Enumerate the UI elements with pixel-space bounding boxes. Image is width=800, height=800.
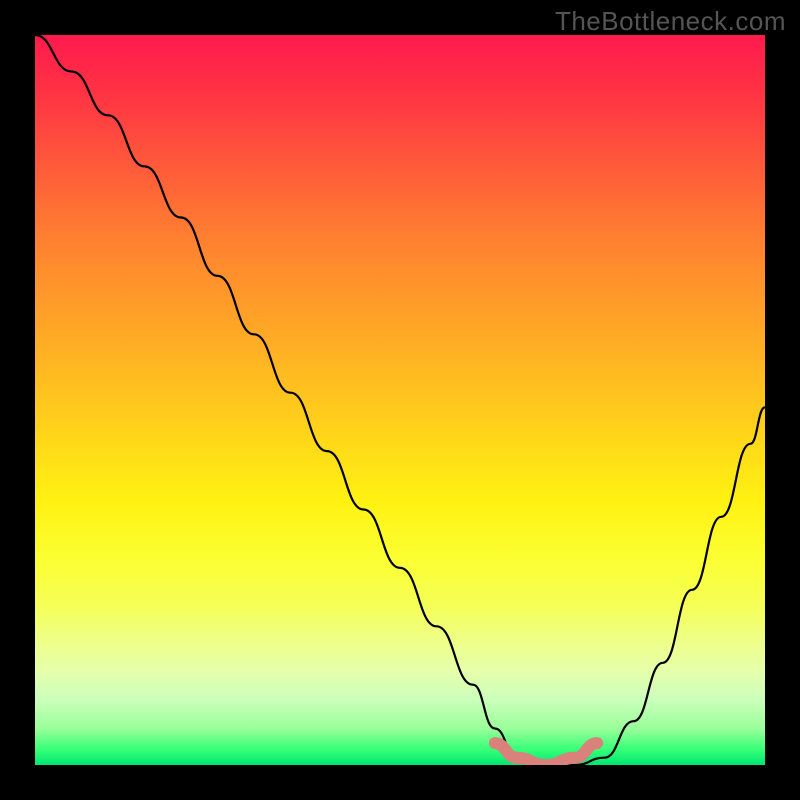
watermark-text: TheBottleneck.com xyxy=(555,6,786,37)
chart-frame: TheBottleneck.com xyxy=(0,0,800,800)
plot-area xyxy=(35,35,765,765)
curve-svg xyxy=(35,35,765,765)
bottleneck-curve-path xyxy=(35,35,765,765)
optimal-range-marker-path xyxy=(495,743,597,765)
